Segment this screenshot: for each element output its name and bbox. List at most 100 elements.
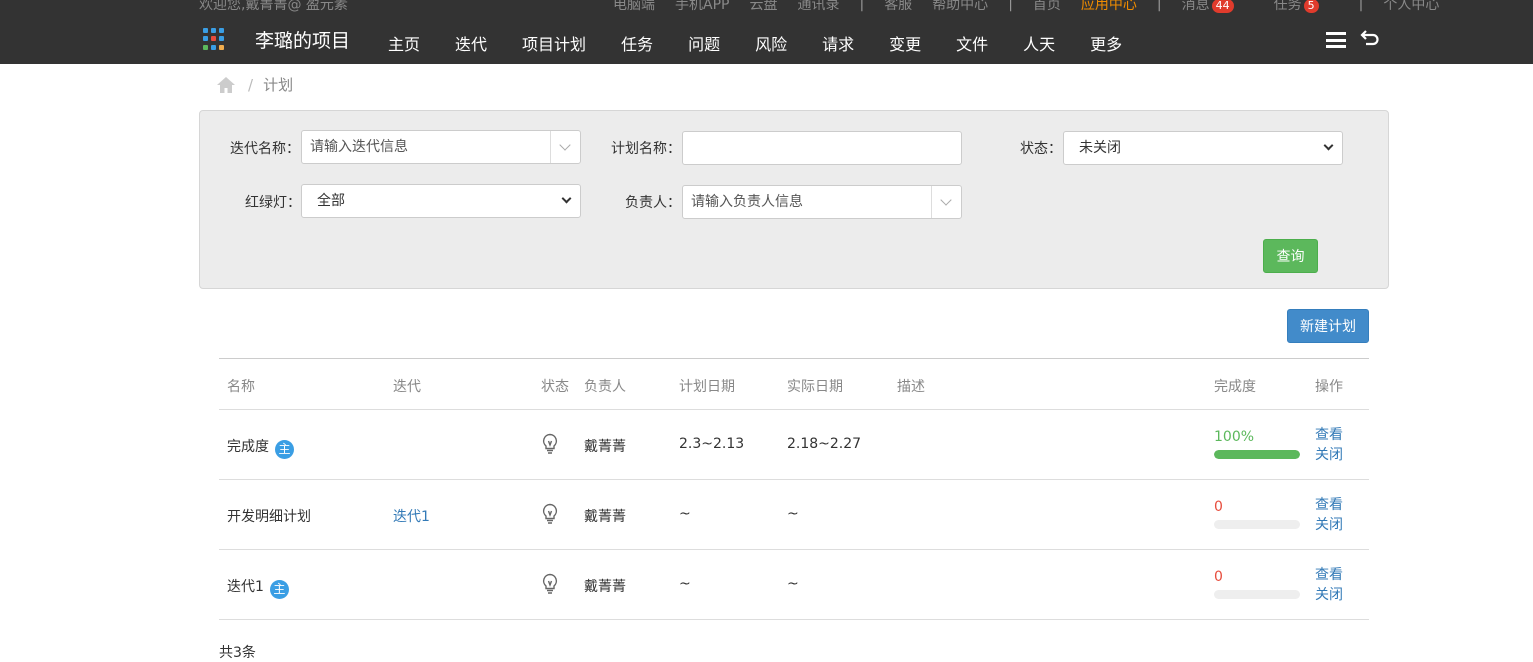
status-select[interactable]: 未关闭 <box>1063 131 1343 165</box>
view-link[interactable]: 查看 <box>1315 425 1343 445</box>
actual-date: ~ <box>787 506 799 522</box>
breadcrumb-separator: / <box>248 75 254 94</box>
nav-item-change[interactable]: 变更 <box>889 31 921 55</box>
link-tasks[interactable]: 任务 5 <box>1274 0 1339 14</box>
main-badge: 主 <box>269 580 289 599</box>
tasks-count-badge: 5 <box>1303 0 1319 13</box>
plan-owner: 戴菁菁 <box>584 509 626 525</box>
row-operations: 查看 关闭 <box>1315 565 1343 605</box>
link-service[interactable]: 客服 <box>884 0 912 14</box>
nav-item-request[interactable]: 请求 <box>822 31 854 55</box>
divider: | <box>859 0 865 12</box>
table-row: 迭代1 主 戴菁菁 ~ ~ 0 查看 关闭 <box>219 550 1369 620</box>
progress-fill <box>1214 450 1300 459</box>
progress-bar <box>1214 590 1300 599</box>
traffic-light-label: 红绿灯： <box>245 195 301 211</box>
plan-name-input[interactable] <box>682 131 962 165</box>
table-header: 名称 迭代 状态 负责人 计划日期 实际日期 描述 完成度 操作 <box>219 359 1369 410</box>
row-operations: 查看 关闭 <box>1315 425 1343 465</box>
lightbulb-icon <box>541 433 559 459</box>
plan-date: 2.3~2.13 <box>679 436 745 452</box>
lightbulb-icon <box>541 573 559 599</box>
status-select-value: 未关闭 <box>1079 140 1121 156</box>
breadcrumb-current: 计划 <box>263 76 294 94</box>
chevron-down-icon[interactable] <box>550 131 580 163</box>
close-link[interactable]: 关闭 <box>1315 445 1343 465</box>
nav-menu: 主页 迭代 项目计划 任务 问题 风险 请求 变更 文件 人天 更多 <box>388 31 1157 55</box>
col-iteration: 迭代 <box>393 379 421 395</box>
app-grid-icon[interactable] <box>203 28 225 50</box>
link-home[interactable]: 首页 <box>1033 0 1061 14</box>
select-arrow-icon <box>561 193 572 204</box>
messages-label: 消息 <box>1181 0 1210 13</box>
messages-count-badge: 44 <box>1211 0 1234 13</box>
plan-name-text: 迭代1 <box>227 579 264 595</box>
progress-text: 0 <box>1214 569 1223 585</box>
back-icon[interactable] <box>1360 27 1380 52</box>
col-operations: 操作 <box>1315 379 1343 395</box>
nav-item-manday[interactable]: 人天 <box>1023 31 1055 55</box>
view-link[interactable]: 查看 <box>1315 495 1343 515</box>
plan-name-label: 计划名称： <box>611 141 681 157</box>
actual-date: 2.18~2.27 <box>787 436 862 452</box>
nav-item-risk[interactable]: 风险 <box>755 31 787 55</box>
top-bar: 欢迎您,戴菁菁@ 盈元素 电脑端 手机APP 云盘 通讯录 | 客服 帮助中心 … <box>0 0 1533 14</box>
divider: | <box>1008 0 1013 12</box>
progress-bar <box>1214 450 1300 459</box>
progress-bar <box>1214 520 1300 529</box>
traffic-light-select[interactable]: 全部 <box>301 184 581 218</box>
nav-item-more[interactable]: 更多 <box>1090 31 1122 55</box>
link-personal-center[interactable]: 个人中心 <box>1383 0 1439 14</box>
nav-item-issue[interactable]: 问题 <box>688 31 720 55</box>
plan-name: 迭代1 主 <box>227 576 289 599</box>
owner-combobox[interactable]: 请输入负责人信息 <box>682 185 962 219</box>
view-link[interactable]: 查看 <box>1315 565 1343 585</box>
plan-date: ~ <box>679 506 691 522</box>
home-icon[interactable] <box>216 75 236 95</box>
col-status: 状态 <box>541 379 569 395</box>
project-title[interactable]: 李璐的项目 <box>255 26 350 53</box>
link-desktop[interactable]: 电脑端 <box>613 0 655 14</box>
table-row: 开发明细计划 迭代1 戴菁菁 ~ ~ 0 查看 关闭 <box>219 480 1369 550</box>
plan-iteration[interactable]: 迭代1 <box>393 506 430 526</box>
query-button[interactable]: 查询 <box>1263 239 1318 273</box>
divider: | <box>1156 0 1162 12</box>
nav-item-file[interactable]: 文件 <box>956 31 988 55</box>
total-count: 共3条 <box>219 645 256 661</box>
link-messages[interactable]: 消息 44 <box>1182 0 1254 14</box>
close-link[interactable]: 关闭 <box>1315 585 1343 605</box>
main-badge: 主 <box>275 440 294 459</box>
nav-item-home[interactable]: 主页 <box>388 31 420 55</box>
plan-owner: 戴菁菁 <box>584 439 626 455</box>
owner-placeholder: 请输入负责人信息 <box>691 194 803 210</box>
actual-date: ~ <box>787 576 799 592</box>
plan-name: 开发明细计划 <box>227 509 311 525</box>
link-app-center[interactable]: 应用中心 <box>1081 0 1137 14</box>
nav-item-task[interactable]: 任务 <box>621 31 653 55</box>
col-owner: 负责人 <box>584 379 626 395</box>
new-plan-button[interactable]: 新建计划 <box>1287 309 1369 343</box>
select-arrow-icon <box>1323 140 1334 151</box>
progress-text: 100% <box>1214 429 1255 445</box>
traffic-light-select-value: 全部 <box>317 193 345 209</box>
chevron-down-icon[interactable] <box>931 186 961 218</box>
col-progress: 完成度 <box>1214 379 1256 395</box>
iteration-combobox[interactable]: 请输入迭代信息 <box>301 130 581 164</box>
nav-item-iteration[interactable]: 迭代 <box>455 31 487 55</box>
col-description: 描述 <box>897 379 925 395</box>
filter-panel: 迭代名称： 请输入迭代信息 计划名称： 状态： 未关闭 红绿灯： 全部 负责人：… <box>199 110 1389 289</box>
main-nav: 李璐的项目 主页 迭代 项目计划 任务 问题 风险 请求 变更 文件 人天 更多 <box>0 14 1533 64</box>
link-mobile-app[interactable]: 手机APP <box>675 0 729 14</box>
link-help[interactable]: 帮助中心 <box>932 0 988 14</box>
plan-date: ~ <box>679 576 691 592</box>
breadcrumb: / 计划 <box>216 74 293 95</box>
link-cloud[interactable]: 云盘 <box>749 0 777 14</box>
table-row: 完成度主 戴菁菁 2.3~2.13 2.18~2.27 100% 查看 关闭 <box>219 410 1369 480</box>
owner-label: 负责人： <box>625 195 681 211</box>
link-contacts[interactable]: 通讯录 <box>797 0 839 14</box>
nav-item-project-plan[interactable]: 项目计划 <box>522 31 586 55</box>
close-link[interactable]: 关闭 <box>1315 515 1343 535</box>
plan-owner: 戴菁菁 <box>584 579 626 595</box>
tasks-label: 任务 <box>1273 0 1302 13</box>
hamburger-menu-icon[interactable] <box>1326 32 1346 48</box>
